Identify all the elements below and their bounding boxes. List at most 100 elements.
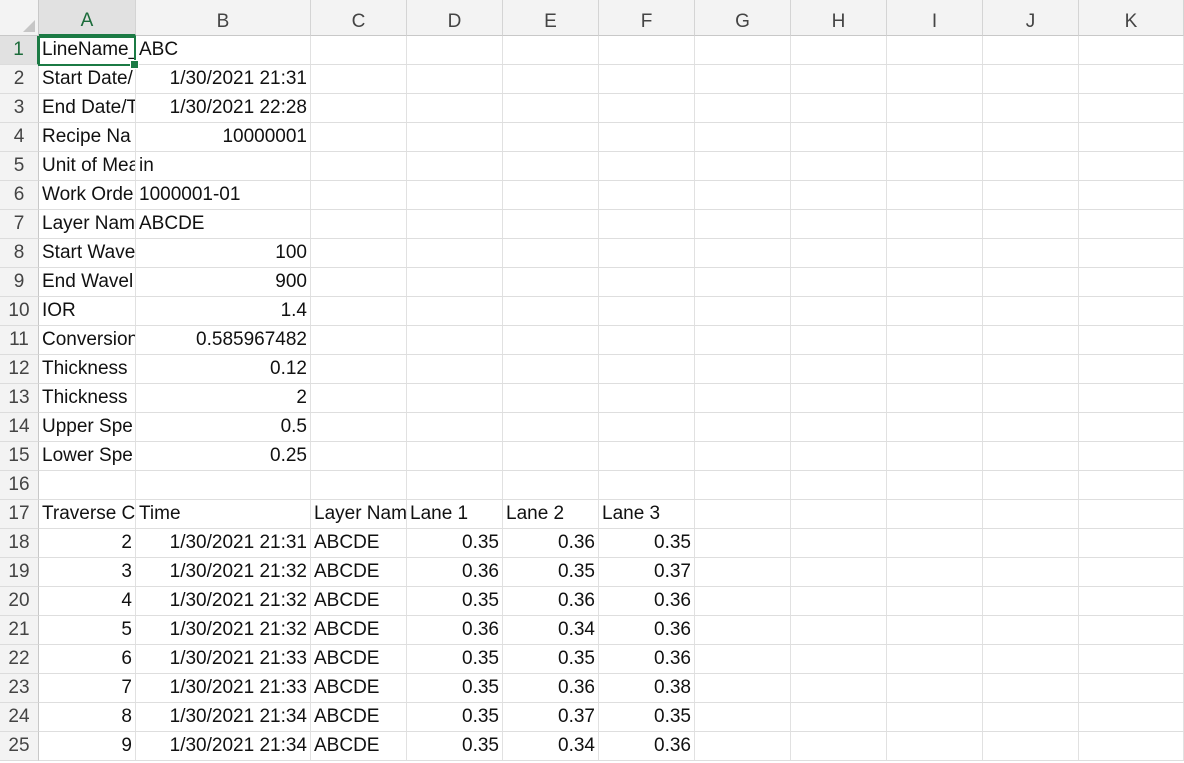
cell-d10[interactable] xyxy=(407,297,503,325)
cell-g21[interactable] xyxy=(695,616,791,644)
cell-c23[interactable]: ABCDE xyxy=(311,674,407,702)
cell-j10[interactable] xyxy=(983,297,1079,325)
column-header-c[interactable]: C xyxy=(311,0,407,36)
cell-e21[interactable]: 0.34 xyxy=(503,616,599,644)
row-header-1[interactable]: 1 xyxy=(0,36,39,65)
row-header-8[interactable]: 8 xyxy=(0,239,39,268)
cell-d16[interactable] xyxy=(407,471,503,499)
cell-d18[interactable]: 0.35 xyxy=(407,529,503,557)
cell-g3[interactable] xyxy=(695,94,791,122)
cell-k21[interactable] xyxy=(1079,616,1184,644)
cell-g19[interactable] xyxy=(695,558,791,586)
cell-c7[interactable] xyxy=(311,210,407,238)
cell-j22[interactable] xyxy=(983,645,1079,673)
cell-k1[interactable] xyxy=(1079,36,1184,64)
cell-g9[interactable] xyxy=(695,268,791,296)
cell-a22[interactable]: 6 xyxy=(39,645,136,673)
row-header-12[interactable]: 12 xyxy=(0,355,39,384)
cell-e14[interactable] xyxy=(503,413,599,441)
cell-c12[interactable] xyxy=(311,355,407,383)
column-header-b[interactable]: B xyxy=(136,0,311,36)
cell-c4[interactable] xyxy=(311,123,407,151)
row-header-19[interactable]: 19 xyxy=(0,558,39,587)
row-header-22[interactable]: 22 xyxy=(0,645,39,674)
cell-a23[interactable]: 7 xyxy=(39,674,136,702)
cell-j6[interactable] xyxy=(983,181,1079,209)
cell-f14[interactable] xyxy=(599,413,695,441)
cell-j13[interactable] xyxy=(983,384,1079,412)
cell-a16[interactable] xyxy=(39,471,136,499)
cell-d11[interactable] xyxy=(407,326,503,354)
cell-k10[interactable] xyxy=(1079,297,1184,325)
cell-j11[interactable] xyxy=(983,326,1079,354)
cell-k3[interactable] xyxy=(1079,94,1184,122)
cell-h9[interactable] xyxy=(791,268,887,296)
cell-c2[interactable] xyxy=(311,65,407,93)
row-header-10[interactable]: 10 xyxy=(0,297,39,326)
cell-a11[interactable]: Conversion xyxy=(39,326,136,354)
cell-a13[interactable]: Thickness xyxy=(39,384,136,412)
cell-g16[interactable] xyxy=(695,471,791,499)
cell-j25[interactable] xyxy=(983,732,1079,760)
cell-c21[interactable]: ABCDE xyxy=(311,616,407,644)
row-header-15[interactable]: 15 xyxy=(0,442,39,471)
cell-e17[interactable]: Lane 2 xyxy=(503,500,599,528)
row-header-4[interactable]: 4 xyxy=(0,123,39,152)
cell-f18[interactable]: 0.35 xyxy=(599,529,695,557)
cell-j20[interactable] xyxy=(983,587,1079,615)
cell-d20[interactable]: 0.35 xyxy=(407,587,503,615)
cell-a8[interactable]: Start Wave xyxy=(39,239,136,267)
cell-i18[interactable] xyxy=(887,529,983,557)
cell-g8[interactable] xyxy=(695,239,791,267)
column-header-g[interactable]: G xyxy=(695,0,791,36)
cell-d9[interactable] xyxy=(407,268,503,296)
cell-g11[interactable] xyxy=(695,326,791,354)
cell-e7[interactable] xyxy=(503,210,599,238)
cell-b18[interactable]: 1/30/2021 21:31 xyxy=(136,529,311,557)
column-header-e[interactable]: E xyxy=(503,0,599,36)
cell-f21[interactable]: 0.36 xyxy=(599,616,695,644)
cell-k8[interactable] xyxy=(1079,239,1184,267)
cell-g5[interactable] xyxy=(695,152,791,180)
cell-k23[interactable] xyxy=(1079,674,1184,702)
cell-e1[interactable] xyxy=(503,36,599,64)
cell-f22[interactable]: 0.36 xyxy=(599,645,695,673)
cell-i20[interactable] xyxy=(887,587,983,615)
cell-a12[interactable]: Thickness xyxy=(39,355,136,383)
cell-c13[interactable] xyxy=(311,384,407,412)
cell-g2[interactable] xyxy=(695,65,791,93)
cell-k11[interactable] xyxy=(1079,326,1184,354)
cell-f10[interactable] xyxy=(599,297,695,325)
cell-k5[interactable] xyxy=(1079,152,1184,180)
cell-h3[interactable] xyxy=(791,94,887,122)
cell-j2[interactable] xyxy=(983,65,1079,93)
cell-b15[interactable]: 0.25 xyxy=(136,442,311,470)
cell-a4[interactable]: Recipe Na xyxy=(39,123,136,151)
cell-b9[interactable]: 900 xyxy=(136,268,311,296)
cell-k7[interactable] xyxy=(1079,210,1184,238)
row-header-14[interactable]: 14 xyxy=(0,413,39,442)
cell-h24[interactable] xyxy=(791,703,887,731)
cell-a19[interactable]: 3 xyxy=(39,558,136,586)
cell-i13[interactable] xyxy=(887,384,983,412)
cell-g4[interactable] xyxy=(695,123,791,151)
cell-g24[interactable] xyxy=(695,703,791,731)
cell-c3[interactable] xyxy=(311,94,407,122)
cell-b16[interactable] xyxy=(136,471,311,499)
cell-k2[interactable] xyxy=(1079,65,1184,93)
cell-f23[interactable]: 0.38 xyxy=(599,674,695,702)
cell-i23[interactable] xyxy=(887,674,983,702)
cell-e25[interactable]: 0.34 xyxy=(503,732,599,760)
cell-c17[interactable]: Layer Nam xyxy=(311,500,407,528)
cell-d1[interactable] xyxy=(407,36,503,64)
column-header-d[interactable]: D xyxy=(407,0,503,36)
cell-a9[interactable]: End Wavel xyxy=(39,268,136,296)
cell-a24[interactable]: 8 xyxy=(39,703,136,731)
cell-e10[interactable] xyxy=(503,297,599,325)
row-header-5[interactable]: 5 xyxy=(0,152,39,181)
cell-b6[interactable]: 1000001-01 xyxy=(136,181,311,209)
cell-h14[interactable] xyxy=(791,413,887,441)
cell-b12[interactable]: 0.12 xyxy=(136,355,311,383)
cell-h20[interactable] xyxy=(791,587,887,615)
cell-a25[interactable]: 9 xyxy=(39,732,136,760)
